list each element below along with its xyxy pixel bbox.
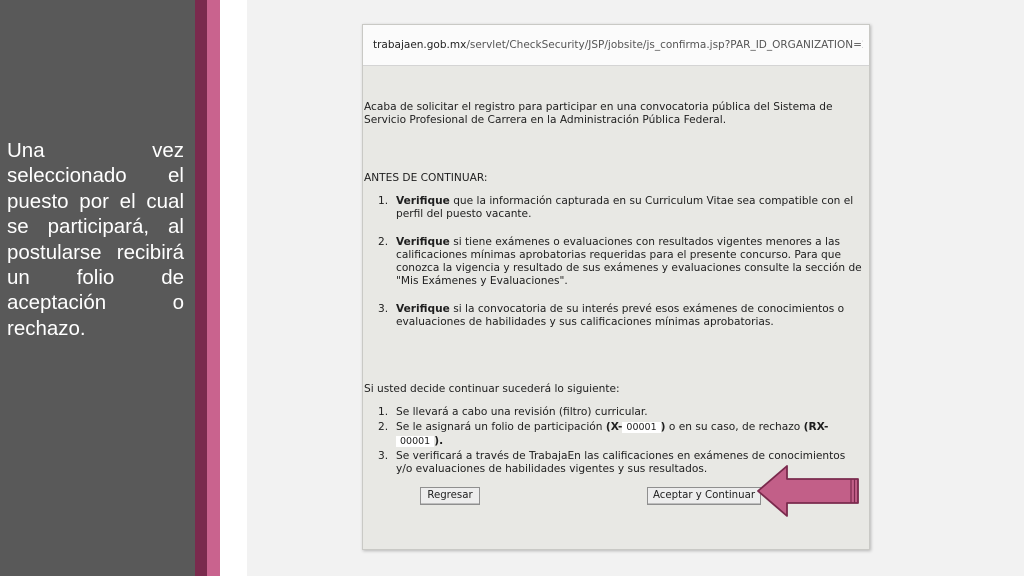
accent-stripe-pink bbox=[207, 0, 220, 576]
url-host: trabajaen.gob.mx bbox=[373, 39, 467, 51]
folio-close-rx: ). bbox=[434, 434, 444, 447]
list-number: 2. bbox=[378, 235, 389, 248]
list-number: 1. bbox=[378, 195, 389, 207]
list-item-text: si la convocatoria de su interés prevé e… bbox=[396, 302, 845, 329]
list-number: 3. bbox=[378, 302, 389, 315]
before-continue-heading: ANTES DE CONTINUAR: bbox=[364, 172, 488, 184]
back-button[interactable]: Regresar bbox=[420, 487, 480, 505]
list-number: 1. bbox=[378, 406, 389, 418]
list-item-text: si tiene exámenes o evaluaciones con res… bbox=[396, 235, 862, 288]
verify-label: Verifique bbox=[396, 302, 450, 315]
folio-number-rx: 00001 bbox=[396, 435, 435, 447]
list-item: 2. Verifique si tiene exámenes o evaluac… bbox=[363, 236, 863, 289]
accent-stripe-dark bbox=[195, 0, 207, 576]
verification-list: 1. Verifique que la información capturad… bbox=[363, 195, 863, 343]
pointer-arrow-icon bbox=[757, 465, 859, 517]
list-number: 3. bbox=[378, 449, 389, 462]
list-item: 2. Se le asignará un folio de participac… bbox=[363, 421, 863, 448]
verify-label: Verifique bbox=[396, 195, 450, 207]
list-item-text: Se llevará a cabo una revisión (filtro) … bbox=[396, 406, 648, 418]
address-bar-url: trabajaen.gob.mx/servlet/CheckSecurity/J… bbox=[373, 39, 863, 51]
slide-gap bbox=[220, 0, 247, 576]
folio-prefix-rx: (RX- bbox=[803, 421, 829, 434]
left-panel: Una vez seleccionado el puesto por el cu… bbox=[0, 0, 195, 576]
list-number: 2. bbox=[378, 421, 389, 434]
list-item: 3. Verifique si la convocatoria de su in… bbox=[363, 303, 863, 330]
list-item-text: o en su caso, de rechazo bbox=[665, 421, 804, 434]
list-item: 1. Verifique que la información capturad… bbox=[363, 195, 863, 222]
list-item-text: Se le asignará un folio de participación bbox=[396, 421, 606, 434]
slide-caption: Una vez seleccionado el puesto por el cu… bbox=[7, 139, 184, 340]
list-item-text: que la información capturada en su Curri… bbox=[396, 195, 854, 221]
address-bar[interactable]: trabajaen.gob.mx/servlet/CheckSecurity/J… bbox=[363, 25, 869, 66]
intro-text: Acaba de solicitar el registro para part… bbox=[364, 101, 833, 127]
list-item: 1. Se llevará a cabo una revisión (filtr… bbox=[363, 406, 863, 419]
accept-continue-button[interactable]: Aceptar y Continuar bbox=[647, 487, 761, 505]
url-path: /servlet/CheckSecurity/JSP/jobsite/js_co… bbox=[466, 39, 863, 51]
folio-prefix-x: (X- bbox=[605, 421, 623, 434]
folio-number-x: 00001 bbox=[622, 422, 661, 434]
verify-label: Verifique bbox=[396, 235, 450, 248]
next-steps-heading: Si usted decide continuar sucederá lo si… bbox=[364, 383, 620, 395]
